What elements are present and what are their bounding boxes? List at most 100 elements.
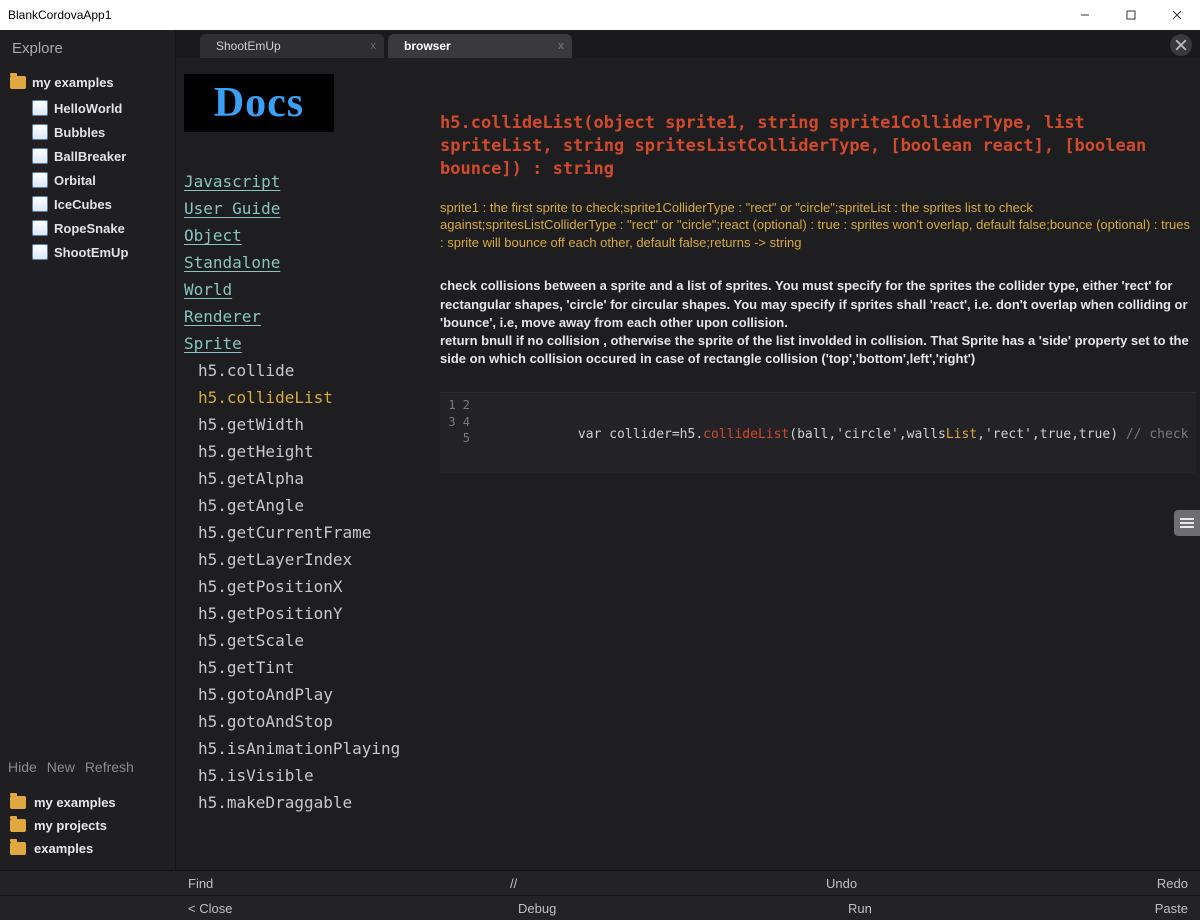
folder-icon	[10, 76, 26, 89]
maximize-button[interactable]	[1108, 0, 1154, 30]
docs-method-link[interactable]: h5.getAngle	[198, 492, 416, 519]
method-description-a: check collisions between a sprite and a …	[440, 278, 1188, 329]
project-folder-label: my projects	[34, 818, 107, 833]
file-icon	[32, 220, 48, 236]
file-icon	[32, 100, 48, 116]
folder-icon	[10, 842, 26, 855]
explorer-item-label: Bubbles	[54, 125, 105, 140]
file-icon	[32, 124, 48, 140]
file-icon	[32, 148, 48, 164]
docs-method-link[interactable]: h5.getScale	[198, 627, 416, 654]
project-folder[interactable]: my examples	[10, 791, 167, 814]
method-description: check collisions between a sprite and a …	[440, 277, 1196, 368]
app-body: Explore my examples HelloWorld Bubbles Bal…	[0, 30, 1200, 920]
explorer-actions: Hide New Refresh	[0, 759, 175, 785]
code-token: ,walls	[899, 427, 946, 442]
folder-icon	[10, 819, 26, 832]
explorer-item[interactable]: BallBreaker	[10, 144, 171, 168]
docs-method-link[interactable]: h5.collide	[198, 357, 416, 384]
docs-nav: Docs JavascriptUser GuideObjectStandalon…	[176, 58, 428, 870]
status-close[interactable]: < Close	[188, 901, 232, 916]
explorer-item-label: RopeSnake	[54, 221, 125, 236]
docs-section-link[interactable]: Object	[184, 222, 416, 249]
explorer-item[interactable]: ShootEmUp	[10, 240, 171, 264]
side-panel-toggle[interactable]	[1174, 510, 1200, 536]
docs-method-link[interactable]: h5.makeDraggable	[198, 789, 416, 816]
explorer-item-label: HelloWorld	[54, 101, 122, 116]
project-folder[interactable]: examples	[10, 837, 167, 860]
method-description-b: return bnull if no collision , otherwise…	[440, 333, 1189, 366]
explorer-item[interactable]: HelloWorld	[10, 96, 171, 120]
explorer-item[interactable]: Bubbles	[10, 120, 171, 144]
docs-method-link[interactable]: h5.getWidth	[198, 411, 416, 438]
docs-method-link[interactable]: h5.getHeight	[198, 438, 416, 465]
editor-tab[interactable]: ShootEmUp x	[200, 34, 384, 58]
document-surface: Docs JavascriptUser GuideObjectStandalon…	[176, 58, 1200, 870]
docs-method-link[interactable]: h5.gotoAndPlay	[198, 681, 416, 708]
docs-method-link[interactable]: h5.getPositionX	[198, 573, 416, 600]
titlebar: BlankCordovaApp1	[0, 0, 1200, 31]
explorer-item-label: IceCubes	[54, 197, 112, 212]
docs-method-link[interactable]: h5.collideList	[198, 384, 416, 411]
code-token: 'circle'	[836, 427, 899, 442]
action-hide[interactable]: Hide	[8, 759, 37, 775]
code-token: ,	[977, 427, 985, 442]
docs-section-link[interactable]: Renderer	[184, 303, 416, 330]
status-redo[interactable]: Redo	[1157, 876, 1188, 891]
code-token: collider=h5.	[601, 427, 703, 442]
status-find[interactable]: Find	[188, 876, 213, 891]
docs-section-link[interactable]: Javascript	[184, 168, 416, 195]
explorer-folder-label: my examples	[32, 75, 114, 90]
docs-method-link[interactable]: h5.getLayerIndex	[198, 546, 416, 573]
code-token: collideList	[703, 427, 789, 442]
docs-content: h5.collideList(object sprite1, string sp…	[428, 58, 1200, 870]
code-token: ,	[1071, 427, 1079, 442]
tab-close-icon[interactable]: x	[558, 40, 564, 52]
code-token: ,	[1032, 427, 1040, 442]
docs-section-link[interactable]: Sprite	[184, 330, 416, 357]
code-token: 'rect'	[985, 427, 1032, 442]
docs-method-link[interactable]: h5.getCurrentFrame	[198, 519, 416, 546]
status-paste[interactable]: Paste	[1155, 901, 1188, 916]
docs-section-link[interactable]: Standalone	[184, 249, 416, 276]
explorer-folder[interactable]: my examples	[10, 73, 171, 96]
explorer-item[interactable]: Orbital	[10, 168, 171, 192]
docs-method-link[interactable]: h5.gotoAndStop	[198, 708, 416, 735]
method-signature: h5.collideList(object sprite1, string sp…	[440, 112, 1196, 181]
project-folder[interactable]: my projects	[10, 814, 167, 837]
window-title: BlankCordovaApp1	[8, 8, 111, 22]
docs-method-link[interactable]: h5.getAlpha	[198, 465, 416, 492]
editor-area: ShootEmUpxbrowserx Docs JavascriptUser G…	[176, 30, 1200, 870]
code-token: (ball,	[789, 427, 836, 442]
tab-label: ShootEmUp	[216, 39, 281, 53]
minimize-button[interactable]	[1062, 0, 1108, 30]
code-example: 1 2 3 4 5 var collider=h5.collideList(ba…	[440, 392, 1196, 473]
explorer-item[interactable]: RopeSnake	[10, 216, 171, 240]
status-undo[interactable]: Undo	[826, 876, 857, 891]
pane-close-button[interactable]	[1170, 34, 1192, 56]
file-icon	[32, 244, 48, 260]
docs-method-link[interactable]: h5.getTint	[198, 654, 416, 681]
action-refresh[interactable]: Refresh	[85, 759, 134, 775]
docs-section-link[interactable]: World	[184, 276, 416, 303]
docs-section-link[interactable]: User Guide	[184, 195, 416, 222]
window-buttons	[1062, 0, 1200, 30]
project-folders: my examples my projects examples	[0, 785, 175, 870]
explorer-item[interactable]: IceCubes	[10, 192, 171, 216]
docs-method-link[interactable]: h5.isVisible	[198, 762, 416, 789]
tabbar: ShootEmUpxbrowserx	[176, 30, 1200, 58]
docs-method-link[interactable]: h5.isAnimationPlaying	[198, 735, 416, 762]
status-debug[interactable]: Debug	[518, 901, 556, 916]
tab-close-icon[interactable]: x	[371, 40, 377, 52]
action-new[interactable]: New	[47, 759, 75, 775]
code-lines[interactable]: var collider=h5.collideList(ball,'circle…	[476, 393, 1196, 473]
close-button[interactable]	[1154, 0, 1200, 30]
editor-tab[interactable]: browserx	[388, 34, 572, 58]
code-token: true	[1079, 427, 1110, 442]
explorer-header: Explore	[0, 30, 175, 69]
explorer-item-label: ShootEmUp	[54, 245, 128, 260]
code-token: // check wheter ball is co	[1126, 427, 1196, 442]
project-folder-label: my examples	[34, 795, 116, 810]
docs-method-link[interactable]: h5.getPositionY	[198, 600, 416, 627]
status-run[interactable]: Run	[848, 901, 872, 916]
